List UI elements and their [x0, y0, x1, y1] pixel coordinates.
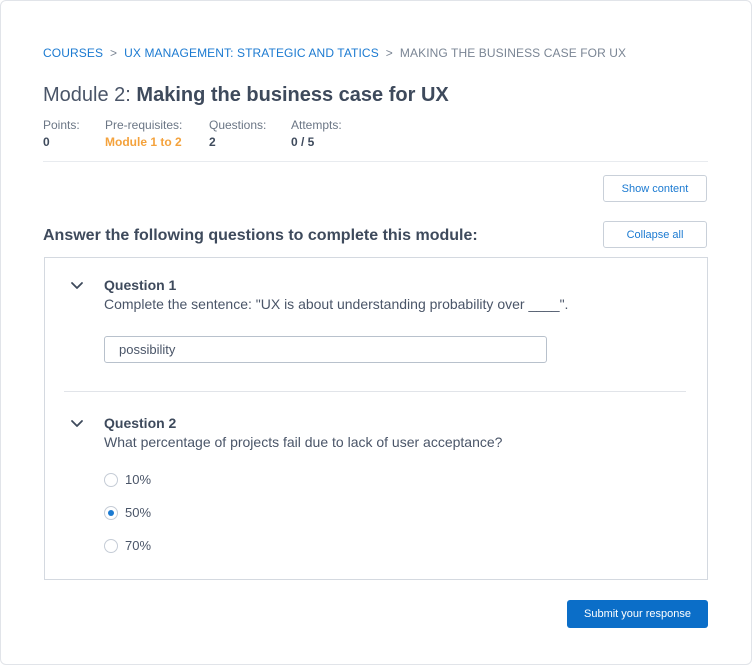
title-prefix: Module 2: [43, 84, 131, 106]
title-name: Making the business case for UX [136, 84, 449, 106]
meta-attempts: Attempts: 0 / 5 [291, 118, 342, 149]
question-1-answer-input[interactable] [104, 336, 547, 363]
breadcrumb-courses[interactable]: COURSES [43, 46, 103, 60]
meta-questions-value: 2 [209, 135, 216, 149]
meta-attempts-label: Attempts: [291, 118, 342, 132]
radio-option-10[interactable]: 10% [104, 472, 151, 487]
meta-attempts-value: 0 / 5 [291, 135, 315, 149]
submit-response-button[interactable]: Submit your response [567, 600, 708, 628]
chevron-down-icon[interactable] [70, 281, 84, 291]
question-divider [64, 391, 686, 392]
questions-panel: Question 1 Complete the sentence: "UX is… [44, 257, 708, 580]
breadcrumb-current: MAKING THE BUSINESS CASE FOR UX [399, 46, 627, 60]
chevron-down-icon[interactable] [70, 419, 84, 429]
breadcrumb: COURSES > UX MANAGEMENT: STRATEGIC AND T… [43, 46, 626, 60]
radio-button-selected[interactable] [104, 505, 118, 520]
collapse-all-button[interactable]: Collapse all [603, 221, 707, 248]
meta-prerequisites-label: Pre-requisites: [105, 118, 183, 132]
radio-button[interactable] [104, 538, 118, 553]
radio-button[interactable] [104, 472, 118, 487]
breadcrumb-separator: > [110, 46, 118, 60]
show-content-button[interactable]: Show content [603, 175, 707, 202]
meta-questions-label: Questions: [209, 118, 267, 132]
meta-points-label: Points: [43, 118, 80, 132]
page-title: Module 2: Making the business case for U… [43, 84, 449, 107]
radio-option-label: 50% [125, 505, 152, 520]
radio-option-70[interactable]: 70% [104, 538, 151, 553]
meta-prerequisites: Pre-requisites: Module 1 to 2 [105, 118, 182, 149]
question-1-text: Complete the sentence: "UX is about unde… [104, 296, 569, 312]
section-heading: Answer the following questions to comple… [43, 227, 478, 244]
meta-questions: Questions: 2 [209, 118, 266, 149]
radio-option-50[interactable]: 50% [104, 505, 151, 520]
radio-option-label: 10% [125, 472, 152, 487]
meta-points-value: 0 [43, 135, 50, 149]
meta-points: Points: 0 [43, 118, 80, 149]
meta-prerequisites-value[interactable]: Module 1 to 2 [105, 135, 182, 149]
question-2-text: What percentage of projects fail due to … [104, 434, 503, 450]
breadcrumb-course[interactable]: UX MANAGEMENT: STRATEGIC AND TATICS [124, 46, 379, 60]
breadcrumb-separator: > [385, 46, 393, 60]
page-frame: COURSES > UX MANAGEMENT: STRATEGIC AND T… [0, 0, 752, 665]
question-2-title: Question 2 [104, 415, 177, 431]
question-1-title: Question 1 [104, 277, 177, 293]
radio-option-label: 70% [125, 538, 152, 553]
header-divider [43, 161, 708, 162]
